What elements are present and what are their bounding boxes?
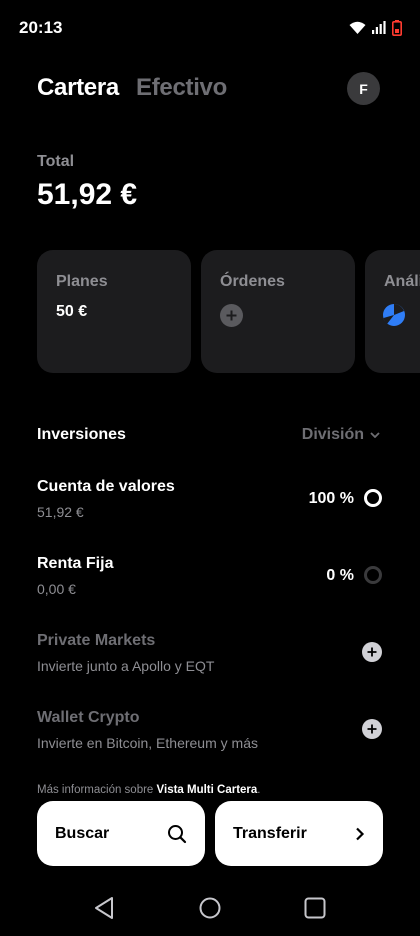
card-planes-title: Planes [56, 273, 108, 290]
list-item-private-markets[interactable]: Private Markets Invierte junto a Apollo … [0, 624, 420, 684]
status-icons [349, 18, 402, 38]
more-info-link[interactable]: Vista Multi Cartera [157, 784, 258, 796]
list-item-renta-fija[interactable]: Renta Fija 0,00 € 0 % [0, 547, 420, 607]
card-analisis[interactable]: Análisis [365, 250, 420, 373]
chevron-right-icon [356, 827, 365, 840]
more-info-text: Más información sobre Vista Multi Carter… [37, 784, 261, 796]
search-icon [168, 824, 187, 843]
chevron-down-icon [370, 432, 380, 438]
signal-icon [372, 21, 386, 34]
card-planes[interactable]: Planes 50 € [37, 250, 191, 373]
search-button-label: Buscar [55, 824, 110, 842]
add-icon[interactable] [362, 719, 382, 739]
card-planes-value: 50 € [56, 303, 88, 320]
row-title: Wallet Crypto [37, 709, 140, 726]
section-title-inversiones: Inversiones [37, 426, 126, 443]
system-nav-bar [0, 880, 420, 936]
allocation-ring-icon [364, 489, 382, 507]
search-button[interactable]: Buscar [37, 801, 205, 866]
row-subtitle: 0,00 € [37, 581, 76, 597]
row-title: Cuenta de valores [37, 478, 175, 495]
row-percent: 0 % [326, 567, 354, 584]
card-ordenes-title: Órdenes [220, 273, 285, 290]
tab-cartera[interactable]: Cartera [37, 74, 119, 102]
more-info-suffix: . [257, 784, 261, 796]
more-info-prefix: Más información sobre [37, 784, 157, 796]
battery-low-icon [392, 20, 402, 36]
status-time: 20:13 [19, 18, 63, 37]
division-dropdown[interactable]: División [302, 426, 380, 444]
tab-efectivo[interactable]: Efectivo [136, 74, 227, 102]
card-analisis-title: Análisis [384, 273, 420, 290]
card-ordenes[interactable]: Órdenes [201, 250, 355, 373]
avatar[interactable]: F [347, 72, 380, 105]
list-item-cuenta-valores[interactable]: Cuenta de valores 51,92 € 100 % [0, 470, 420, 530]
row-subtitle: Invierte en Bitcoin, Ethereum y más [37, 735, 258, 751]
row-title: Private Markets [37, 632, 156, 649]
wifi-icon [349, 21, 366, 34]
plus-icon[interactable] [220, 304, 243, 327]
total-value: 51,92 € [37, 178, 138, 211]
row-percent: 100 % [308, 490, 354, 507]
total-label: Total [37, 153, 75, 170]
row-subtitle: 51,92 € [37, 504, 84, 520]
allocation-ring-icon [364, 566, 382, 584]
division-label: División [301, 426, 364, 443]
back-icon[interactable] [93, 896, 115, 920]
pie-chart-icon [383, 304, 405, 326]
list-item-wallet-crypto[interactable]: Wallet Crypto Invierte en Bitcoin, Ether… [0, 701, 420, 761]
row-title: Renta Fija [37, 555, 114, 572]
transfer-button[interactable]: Transferir [215, 801, 383, 866]
recents-icon[interactable] [304, 897, 326, 919]
status-bar: 20:13 [0, 0, 420, 56]
home-icon[interactable] [199, 897, 221, 919]
row-subtitle: Invierte junto a Apollo y EQT [37, 658, 215, 674]
add-icon[interactable] [362, 642, 382, 662]
transfer-button-label: Transferir [233, 824, 307, 842]
